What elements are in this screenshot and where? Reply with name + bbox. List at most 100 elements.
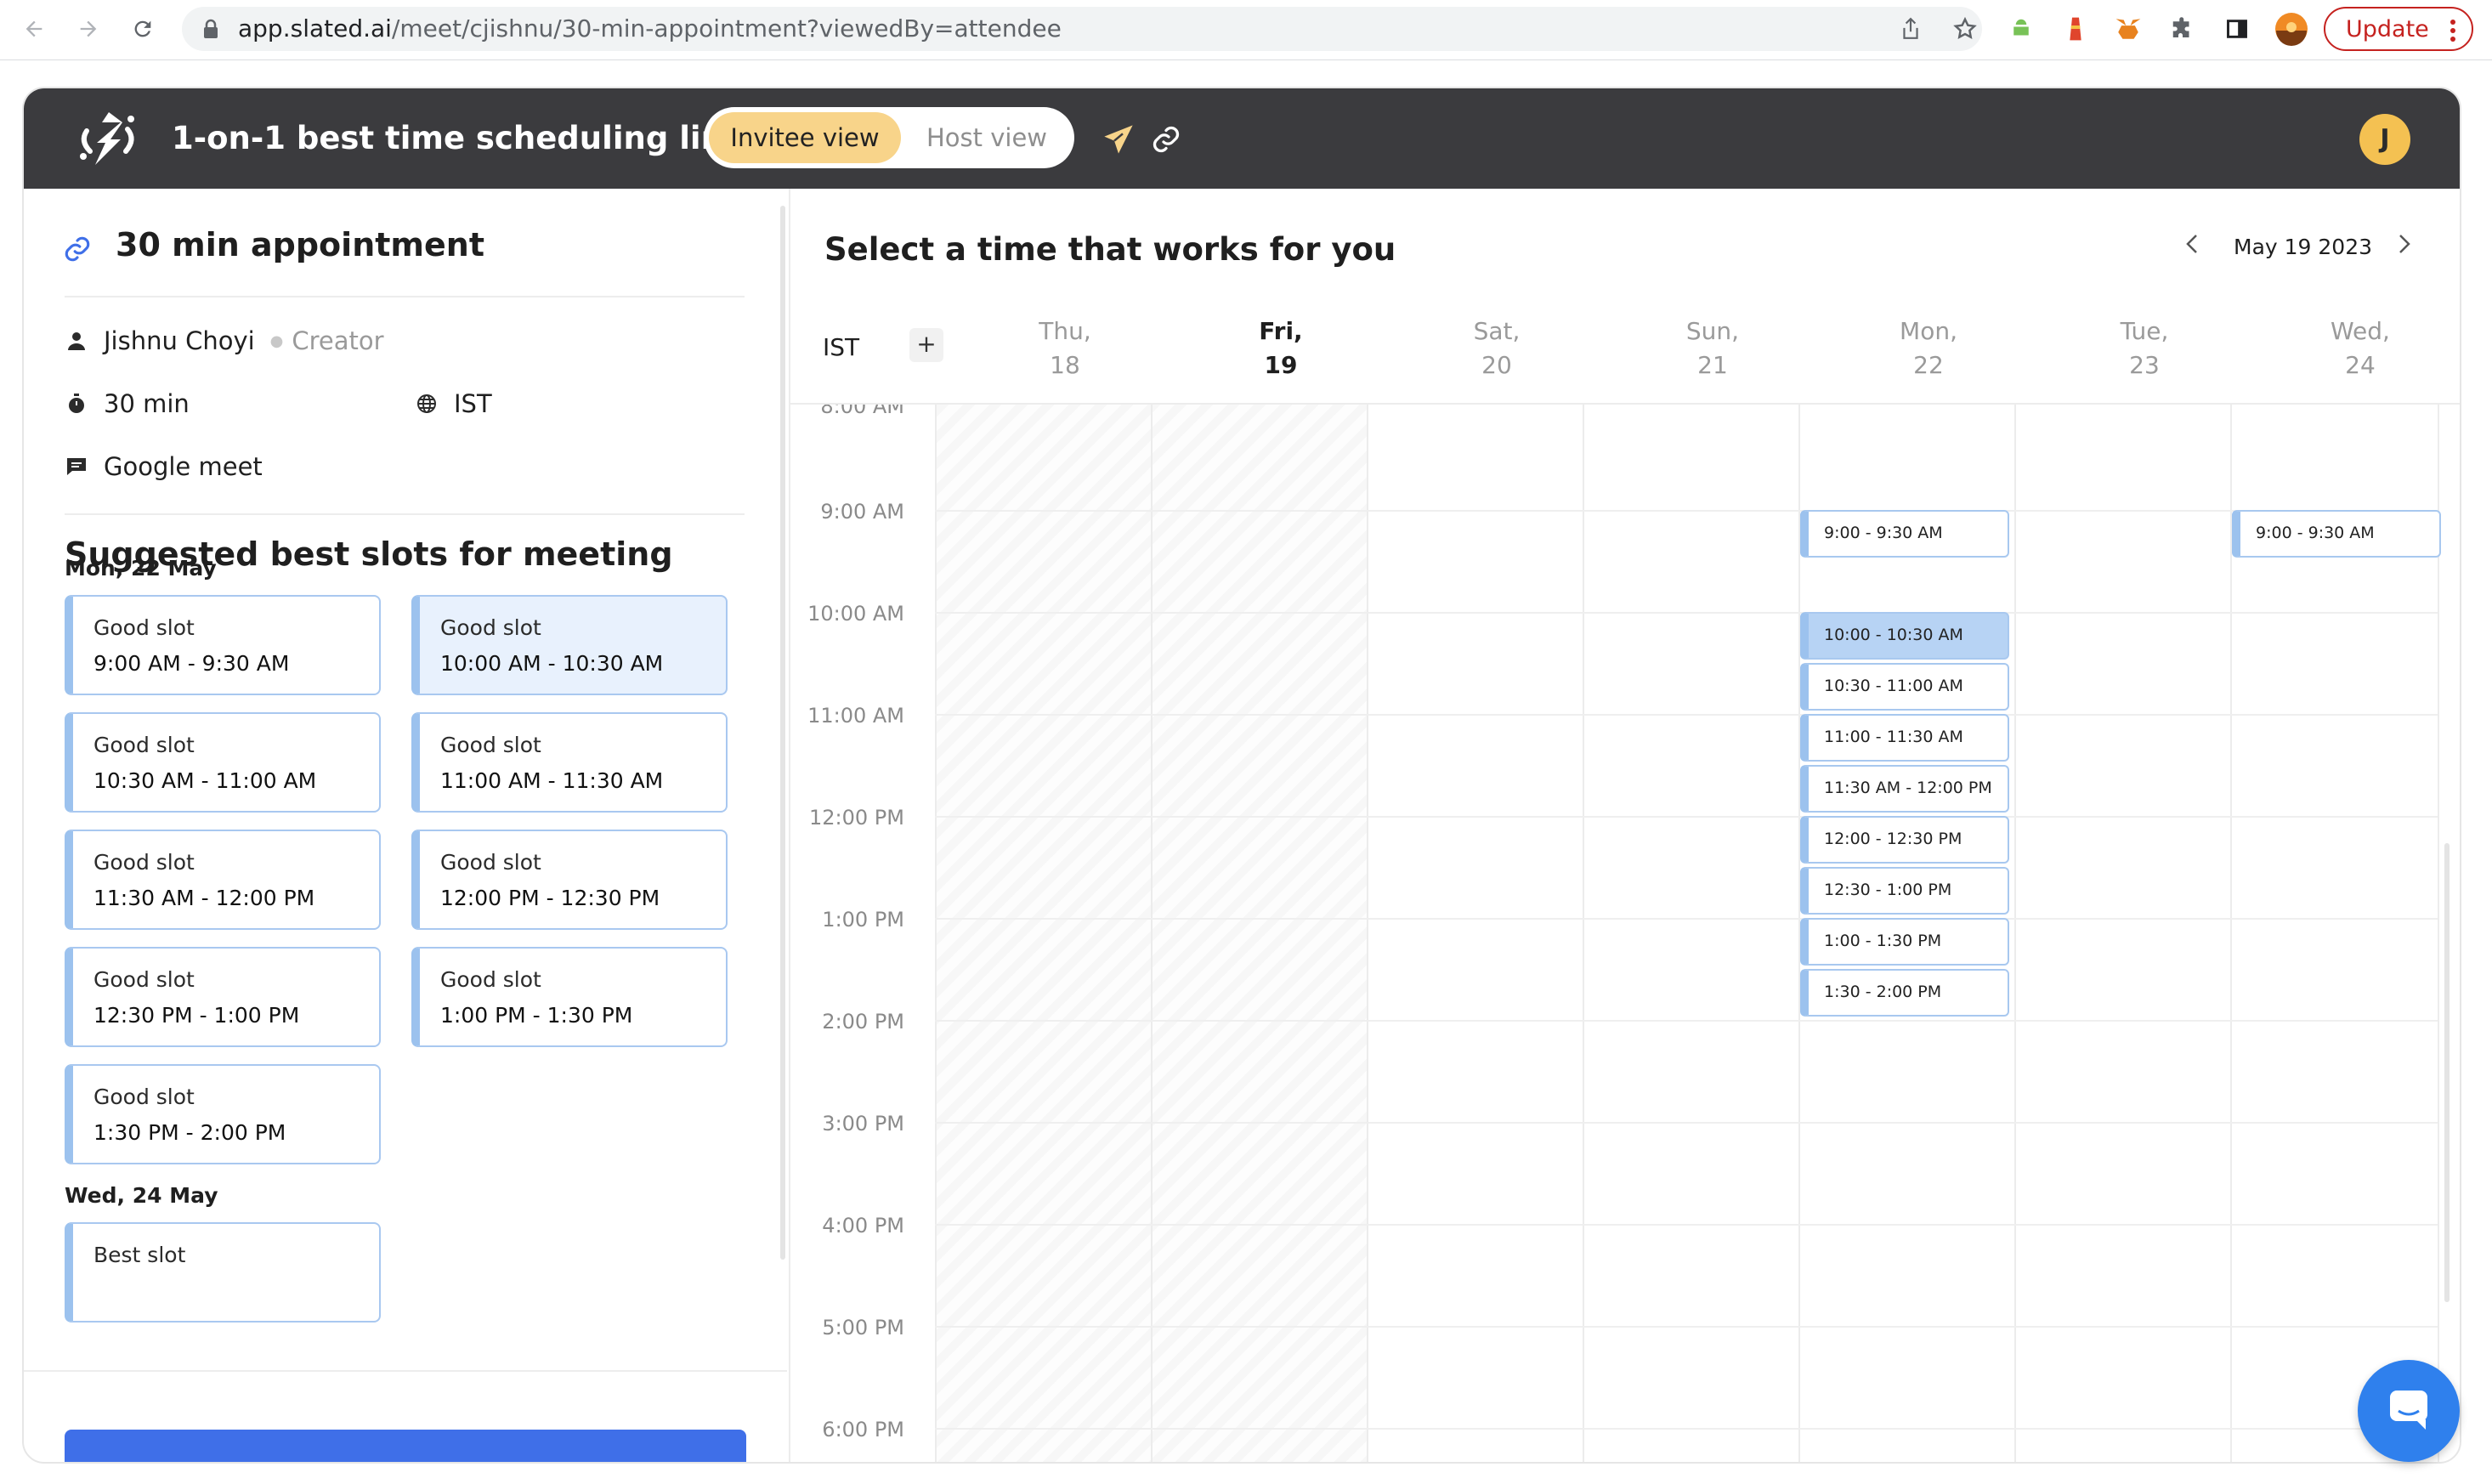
side-panel-icon[interactable] [2220, 12, 2254, 46]
host-row: Jishnu Choyi ● Creator [65, 326, 384, 355]
day-column-divider [2438, 405, 2439, 1462]
slot-card[interactable]: Good slot 11:30 AM - 12:00 PM [65, 830, 381, 930]
slot-card[interactable]: Good slot 1:30 PM - 2:00 PM [65, 1064, 381, 1164]
lighthouse-extension-icon[interactable] [2059, 12, 2093, 46]
calendar-slot[interactable]: 1:30 - 2:00 PM [1800, 969, 2009, 1017]
slot-time: 12:00 PM - 12:30 PM [440, 886, 660, 910]
slot-quality: Good slot [440, 615, 541, 640]
prev-week-icon[interactable] [2179, 231, 2205, 257]
invitee-view-tab[interactable]: Invitee view [709, 112, 901, 163]
android-extension-icon[interactable] [2004, 12, 2038, 46]
browser-update-button[interactable]: Update [2324, 7, 2473, 51]
more-vert-icon [2450, 19, 2456, 48]
support-chat-button[interactable] [2358, 1360, 2460, 1462]
hour-gridline [935, 1020, 2438, 1022]
user-avatar[interactable]: J [2359, 114, 2410, 165]
hour-label: 12:00 PM [809, 806, 904, 830]
slot-card[interactable]: Good slot 12:30 PM - 1:00 PM [65, 947, 381, 1047]
next-week-icon[interactable] [2392, 231, 2417, 257]
timer-icon [65, 392, 88, 416]
calendar-slot[interactable]: 10:30 - 11:00 AM [1800, 663, 2009, 711]
appointment-panel: 30 min appointment Jishnu Choyi ● Creato… [24, 189, 787, 1462]
forward-icon[interactable] [71, 12, 105, 46]
day-header-fri: Fri, 19 [1259, 317, 1303, 379]
host-name: Jishnu Choyi [104, 326, 255, 355]
calendar-slot[interactable]: 10:00 - 10:30 AM [1800, 612, 2009, 660]
slot-quality: Good slot [440, 733, 541, 757]
day-column-divider [935, 405, 937, 1462]
slot-card-selected[interactable]: Good slot 10:00 AM - 10:30 AM [411, 595, 728, 695]
hour-gridline [935, 612, 2438, 614]
calendar-slot[interactable]: 12:30 - 1:00 PM [1800, 867, 2009, 915]
hour-label: 11:00 AM [807, 704, 904, 728]
calendar-slot[interactable]: 12:00 - 12:30 PM [1800, 816, 2009, 864]
calendar-slot[interactable]: 11:30 AM - 12:00 PM [1800, 765, 2009, 813]
duration-text: 30 min [104, 389, 190, 418]
appointment-title: 30 min appointment [116, 226, 484, 263]
slot-time: 10:00 AM - 10:30 AM [440, 651, 664, 676]
calendar-panel: Select a time that works for you May 19 … [789, 189, 2460, 1462]
hour-gridline [935, 510, 2438, 512]
suggested-slots-list[interactable]: Mon, 22 May Good slot 9:00 AM - 9:30 AM … [24, 495, 787, 1370]
slot-card[interactable]: Best slot [65, 1222, 381, 1323]
address-bar[interactable]: app.slated.ai/meet/cjishnu/30-min-appoin… [182, 7, 1982, 51]
confirm-button[interactable]: Confirm [65, 1430, 746, 1462]
slot-time: 11:00 AM - 11:30 AM [440, 768, 664, 793]
day-column-divider [2014, 405, 2016, 1462]
hour-label: 4:00 PM [822, 1214, 904, 1238]
chat-location-icon [65, 455, 88, 479]
back-icon[interactable] [17, 12, 51, 46]
calendar-scrollbar[interactable] [2444, 843, 2450, 1302]
add-timezone-button[interactable]: + [909, 328, 943, 362]
timezone-text: IST [454, 389, 492, 418]
hour-gridline [935, 1428, 2438, 1430]
host-view-tab[interactable]: Host view [906, 112, 1068, 163]
calendar-slot[interactable]: 11:00 - 11:30 AM [1800, 714, 2009, 762]
location-row: Google meet [65, 452, 263, 481]
past-days-shading [937, 405, 1368, 1462]
slot-card[interactable]: Good slot 12:00 PM - 12:30 PM [411, 830, 728, 930]
view-toggle: Invitee view Host view [704, 107, 1074, 168]
day-column-divider [1151, 405, 1153, 1462]
hour-gridline [935, 1326, 2438, 1328]
chat-icon [2383, 1385, 2434, 1436]
hour-label: 9:00 AM [820, 500, 904, 524]
person-icon [65, 329, 88, 353]
bookmark-star-icon[interactable] [1951, 15, 1979, 42]
reload-icon[interactable] [126, 12, 160, 46]
slot-day-label: Wed, 24 May [65, 1183, 218, 1208]
timezone-row: IST [415, 389, 492, 418]
extensions-puzzle-icon[interactable] [2166, 12, 2200, 46]
hour-label: 1:00 PM [822, 908, 904, 932]
slot-quality: Good slot [440, 850, 541, 875]
lock-icon [202, 19, 219, 42]
calendar-slot[interactable]: 9:00 - 9:30 AM [1800, 510, 2009, 558]
calendar-grid[interactable]: 8:00 AM 9:00 AM 10:00 AM 11:00 AM 12:00 … [790, 405, 2460, 1462]
globe-icon [415, 392, 439, 416]
slot-quality: Good slot [93, 850, 195, 875]
calendar-slot[interactable]: 9:00 - 9:30 AM [2232, 510, 2441, 558]
slot-card[interactable]: Good slot 10:30 AM - 11:00 AM [65, 712, 381, 813]
left-scrollbar[interactable] [780, 206, 785, 1260]
hour-label: 6:00 PM [822, 1418, 904, 1442]
divider [65, 296, 745, 297]
slot-quality: Good slot [93, 615, 195, 640]
location-text: Google meet [104, 452, 263, 481]
profile-avatar-icon[interactable] [2274, 12, 2308, 46]
browser-toolbar: app.slated.ai/meet/cjishnu/30-min-appoin… [0, 0, 2492, 60]
slot-card[interactable]: Good slot 9:00 AM - 9:30 AM [65, 595, 381, 695]
send-icon[interactable] [1100, 121, 1137, 158]
calendar-heading: Select a time that works for you [824, 231, 1396, 268]
hour-label: 2:00 PM [822, 1010, 904, 1034]
hour-gridline [935, 816, 2438, 818]
current-date: May 19 2023 [2234, 235, 2373, 259]
metamask-extension-icon[interactable] [2111, 12, 2145, 46]
slot-time: 11:30 AM - 12:00 PM [93, 886, 315, 910]
slot-card[interactable]: Good slot 11:00 AM - 11:30 AM [411, 712, 728, 813]
slot-card[interactable]: Good slot 1:00 PM - 1:30 PM [411, 947, 728, 1047]
slot-day-label: Mon, 22 May [65, 556, 217, 581]
duration-row: 30 min [65, 389, 190, 418]
share-icon[interactable] [1897, 15, 1924, 42]
calendar-slot[interactable]: 1:00 - 1:30 PM [1800, 918, 2009, 966]
copy-link-icon[interactable] [1147, 121, 1185, 158]
